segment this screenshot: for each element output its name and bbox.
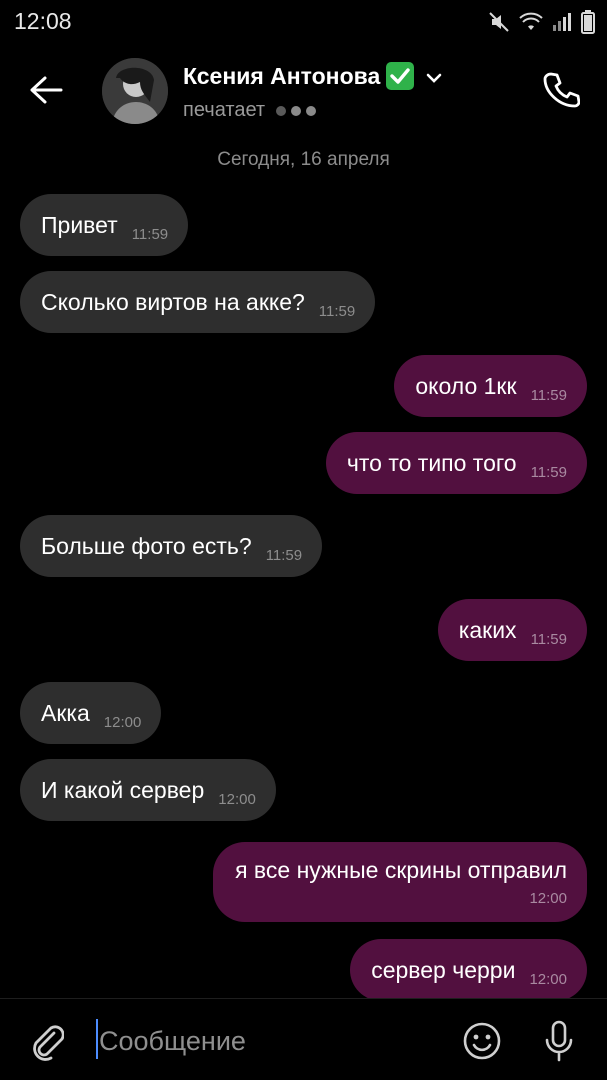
phone-icon bbox=[543, 72, 580, 108]
status-icons bbox=[488, 10, 595, 34]
arrow-left-icon bbox=[30, 76, 63, 104]
message-time: 11:59 bbox=[265, 546, 303, 564]
message-bubble-incoming[interactable]: Акка 12:00 bbox=[20, 682, 162, 744]
message-text: каких bbox=[458, 616, 517, 643]
message-bubble-outgoing[interactable]: около 1кк 11:59 bbox=[394, 355, 587, 417]
message-text: я все нужные скрины отправил bbox=[235, 857, 567, 883]
message-text: Акка bbox=[41, 699, 90, 726]
paperclip-icon bbox=[33, 1025, 64, 1061]
message-time: 12:00 bbox=[218, 790, 256, 808]
message-bubble-outgoing[interactable]: каких 11:59 bbox=[437, 599, 587, 661]
message-time: 12:00 bbox=[529, 970, 567, 988]
message-bubble-outgoing[interactable]: что то типо того 11:59 bbox=[325, 432, 587, 494]
emoji-icon bbox=[463, 1022, 501, 1060]
message-time: 12:00 bbox=[529, 890, 567, 907]
message-text: Привет bbox=[41, 211, 118, 238]
message-time: 11:59 bbox=[318, 302, 356, 320]
wifi-icon bbox=[519, 12, 543, 32]
battery-icon bbox=[581, 10, 595, 34]
message-text: И какой сервер bbox=[41, 776, 205, 803]
message-input[interactable] bbox=[95, 1021, 435, 1061]
message-bubble-incoming[interactable]: И какой сервер 12:00 bbox=[20, 759, 276, 821]
status-time: 12:08 bbox=[14, 8, 72, 34]
status-bar: 12:08 bbox=[0, 0, 607, 44]
contact-status: печатает bbox=[183, 99, 317, 122]
message-time: 11:59 bbox=[530, 630, 567, 648]
chevron-down-icon[interactable] bbox=[426, 63, 442, 90]
typing-status-text: печатает bbox=[183, 99, 266, 121]
message-composer bbox=[0, 998, 607, 1080]
chat-header: Ксения Антонова печатает bbox=[0, 44, 607, 144]
mute-icon bbox=[488, 11, 510, 33]
voice-message-button[interactable] bbox=[537, 1017, 581, 1065]
attach-button[interactable] bbox=[24, 1019, 68, 1063]
message-text: что то типо того bbox=[346, 449, 517, 476]
call-button[interactable] bbox=[537, 66, 585, 114]
back-button[interactable] bbox=[22, 66, 70, 114]
message-bubble-outgoing[interactable]: я все нужные скрины отправил 12:00 bbox=[213, 842, 587, 922]
message-text: сервер черри bbox=[371, 956, 516, 983]
message-text: Сколько виртов на акке? bbox=[41, 288, 305, 315]
message-time: 12:00 bbox=[103, 713, 142, 731]
message-time: 11:59 bbox=[530, 386, 567, 404]
message-text: около 1кк bbox=[415, 372, 517, 399]
check-box-icon bbox=[386, 62, 415, 90]
message-bubble-incoming[interactable]: Привет 11:59 bbox=[20, 194, 189, 256]
contact-name[interactable]: Ксения Антонова bbox=[183, 62, 442, 90]
message-time: 11:59 bbox=[530, 463, 567, 481]
message-bubble-incoming[interactable]: Больше фото есть? 11:59 bbox=[20, 515, 323, 577]
message-bubble-outgoing[interactable]: сервер черри 12:00 bbox=[350, 939, 587, 1001]
typing-indicator bbox=[276, 105, 317, 116]
microphone-icon bbox=[545, 1020, 573, 1062]
emoji-button[interactable] bbox=[460, 1019, 504, 1063]
contact-name-text: Ксения Антонова bbox=[183, 62, 381, 89]
signal-icon bbox=[552, 12, 572, 32]
avatar[interactable] bbox=[102, 58, 168, 124]
message-text: Больше фото есть? bbox=[41, 532, 252, 559]
date-separator: Сегодня, 16 апреля bbox=[217, 149, 390, 170]
message-time: 11:59 bbox=[131, 225, 169, 243]
message-bubble-incoming[interactable]: Сколько виртов на акке? 11:59 bbox=[20, 271, 376, 333]
